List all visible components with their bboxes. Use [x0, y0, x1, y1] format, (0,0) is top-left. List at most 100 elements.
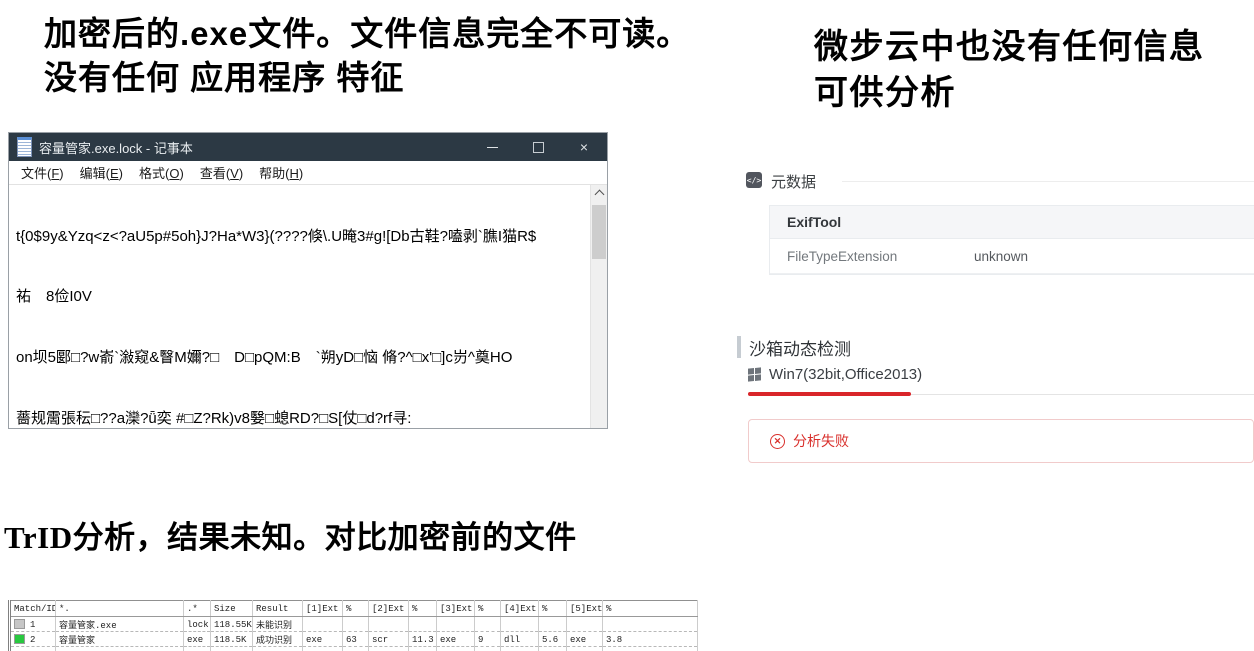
- maximize-icon: [533, 142, 544, 153]
- window-controls: ×: [469, 133, 607, 161]
- notepad-window: 容量管家.exe.lock - 记事本 × 文件(F) 编辑(E) 格式(O) …: [8, 132, 608, 429]
- col-header: %: [603, 601, 698, 617]
- cell: scr: [369, 632, 409, 647]
- analysis-failed-card: ✕ 分析失败: [748, 419, 1254, 463]
- code-icon: </>: [746, 172, 762, 188]
- heading-line: 没有任何 应用程序 特征: [44, 56, 690, 100]
- vertical-scrollbar[interactable]: [590, 185, 607, 428]
- col-header: Size: [211, 601, 253, 617]
- notepad-text-line: 薔规霌張秐□??a灤?ǖ奕 #□Z?Rk)v8嫛□螅RD?□S[仗□d?rf寻:: [16, 409, 588, 428]
- cell-filename: 容量管家.exe: [56, 617, 184, 632]
- cell: 63: [343, 632, 369, 647]
- cell: exe: [303, 632, 343, 647]
- col-header: [4]Ext: [501, 601, 539, 617]
- tab-win7[interactable]: Win7(32bit,Office2013): [748, 366, 922, 383]
- tab-win7-label: Win7(32bit,Office2013): [769, 366, 922, 383]
- trid-table-window: Match/ID *. .* Size Result [1]Ext % [2]E…: [8, 600, 698, 651]
- metadata-section-title: 元数据: [771, 171, 816, 192]
- cell: exe: [567, 632, 603, 647]
- close-icon: ×: [580, 139, 588, 155]
- cell: exe: [437, 632, 475, 647]
- table-empty-row: [10, 647, 698, 651]
- col-header: Result: [253, 601, 303, 617]
- active-tab-underline: [748, 392, 911, 396]
- scroll-up-button[interactable]: [591, 185, 607, 202]
- heading-trid-prefix: TrID: [4, 520, 73, 555]
- cell: [567, 617, 603, 632]
- close-button[interactable]: ×: [561, 133, 607, 161]
- notepad-titlebar: 容量管家.exe.lock - 记事本 ×: [9, 133, 607, 161]
- minimize-button[interactable]: [469, 133, 515, 161]
- heading-line: 加密后的.exe文件。文件信息完全不可读。: [44, 12, 690, 56]
- menu-item-help[interactable]: 帮助(H): [251, 163, 311, 182]
- cell-result: 未能识别: [253, 617, 303, 632]
- notepad-icon: [17, 137, 32, 157]
- cell: [303, 617, 343, 632]
- cell: dll: [501, 632, 539, 647]
- circle-x-icon: ✕: [770, 434, 785, 449]
- cell-result: 成功识别: [253, 632, 303, 647]
- notepad-text-line: t{0$9y&Yzq<z<?aU5p#5oh}J?Ha*W3}(????倏\.U…: [16, 227, 588, 247]
- col-header: .*: [184, 601, 211, 617]
- col-header: %: [475, 601, 501, 617]
- col-header: [3]Ext: [437, 601, 475, 617]
- exif-value: unknown: [974, 249, 1028, 264]
- menu-item-edit[interactable]: 编辑(E): [72, 163, 131, 182]
- trid-header-row: Match/ID *. .* Size Result [1]Ext % [2]E…: [10, 601, 698, 617]
- scrollbar-thumb[interactable]: [592, 205, 606, 259]
- section-divider: [842, 181, 1254, 182]
- cell-ext: exe: [184, 632, 211, 647]
- notepad-text-line: on坝5郾□?w嵛`潊窥&瞖M嬭?□ D□pQM:B `朔yD□恼 脩?^□x'…: [16, 348, 588, 368]
- cell-filename: 容量管家: [56, 632, 184, 647]
- row-id: 2: [30, 635, 35, 645]
- col-header: %: [539, 601, 567, 617]
- cell: 9: [475, 632, 501, 647]
- cell-ext: lock: [184, 617, 211, 632]
- trid-table: Match/ID *. .* Size Result [1]Ext % [2]E…: [8, 600, 698, 651]
- menu-item-file[interactable]: 文件(F): [13, 163, 72, 182]
- menu-item-format[interactable]: 格式(O): [131, 163, 192, 182]
- cell: [343, 617, 369, 632]
- maximize-button[interactable]: [515, 133, 561, 161]
- exiftool-card-header: ExifTool: [770, 206, 1254, 239]
- row-marker: [14, 634, 25, 644]
- notepad-window-title: 容量管家.exe.lock - 记事本: [39, 138, 193, 157]
- col-header: *.: [56, 601, 184, 617]
- cell-size: 118.55K: [211, 617, 253, 632]
- table-row-locked-file[interactable]: 1 容量管家.exe lock 118.55K 未能识别: [10, 617, 698, 632]
- cell: [437, 617, 475, 632]
- col-header: [2]Ext: [369, 601, 409, 617]
- cell: 5.6: [539, 632, 567, 647]
- cell: [369, 617, 409, 632]
- cell: 3.8: [603, 632, 698, 647]
- heading-line: 可供分析: [814, 70, 1205, 116]
- windows-logo-icon: [748, 367, 761, 381]
- exif-key: FileTypeExtension: [787, 249, 974, 264]
- col-header: [5]Ext: [567, 601, 603, 617]
- section-accent-bar: [737, 336, 741, 358]
- cell: [475, 617, 501, 632]
- notepad-menubar: 文件(F) 编辑(E) 格式(O) 查看(V) 帮助(H): [9, 161, 607, 185]
- sandbox-section-title: 沙箱动态检测: [749, 335, 851, 360]
- table-row-original-file[interactable]: 2 容量管家 exe 118.5K 成功识别 exe 63 scr 11.3 e…: [10, 632, 698, 647]
- analysis-failed-label: 分析失败: [793, 431, 849, 451]
- heading-trid-rest: 分析，结果未知。对比加密前的文件: [73, 520, 577, 555]
- exiftool-card: ExifTool FileTypeExtension unknown: [769, 205, 1254, 275]
- cell: [603, 617, 698, 632]
- cell: [539, 617, 567, 632]
- heading-trid: TrID分析，结果未知。对比加密前的文件: [4, 518, 577, 558]
- page: 加密后的.exe文件。文件信息完全不可读。 没有任何 应用程序 特征 微步云中也…: [0, 0, 1254, 651]
- col-header: %: [343, 601, 369, 617]
- cell: 11.3: [409, 632, 437, 647]
- col-header: %: [409, 601, 437, 617]
- menu-item-view[interactable]: 查看(V): [192, 163, 251, 182]
- exiftool-row: FileTypeExtension unknown: [770, 239, 1254, 274]
- heading-encrypted-exe: 加密后的.exe文件。文件信息完全不可读。 没有任何 应用程序 特征: [44, 12, 690, 100]
- notepad-text-area[interactable]: t{0$9y&Yzq<z<?aU5p#5oh}J?Ha*W3}(????倏\.U…: [9, 185, 590, 428]
- cell: [501, 617, 539, 632]
- cell-size: 118.5K: [211, 632, 253, 647]
- row-marker: [14, 619, 25, 629]
- notepad-text-line: 祐 8俭I0V: [16, 287, 588, 307]
- row-id: 1: [30, 620, 35, 630]
- heading-line: 微步云中也没有任何信息: [814, 24, 1205, 70]
